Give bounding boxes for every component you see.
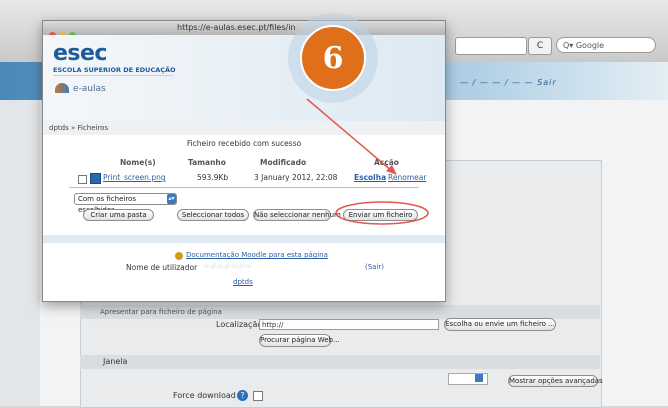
annotation-arrow: [306, 98, 394, 173]
step-number-badge: 6: [300, 25, 366, 91]
annotation-highlight-circle: [335, 201, 429, 225]
